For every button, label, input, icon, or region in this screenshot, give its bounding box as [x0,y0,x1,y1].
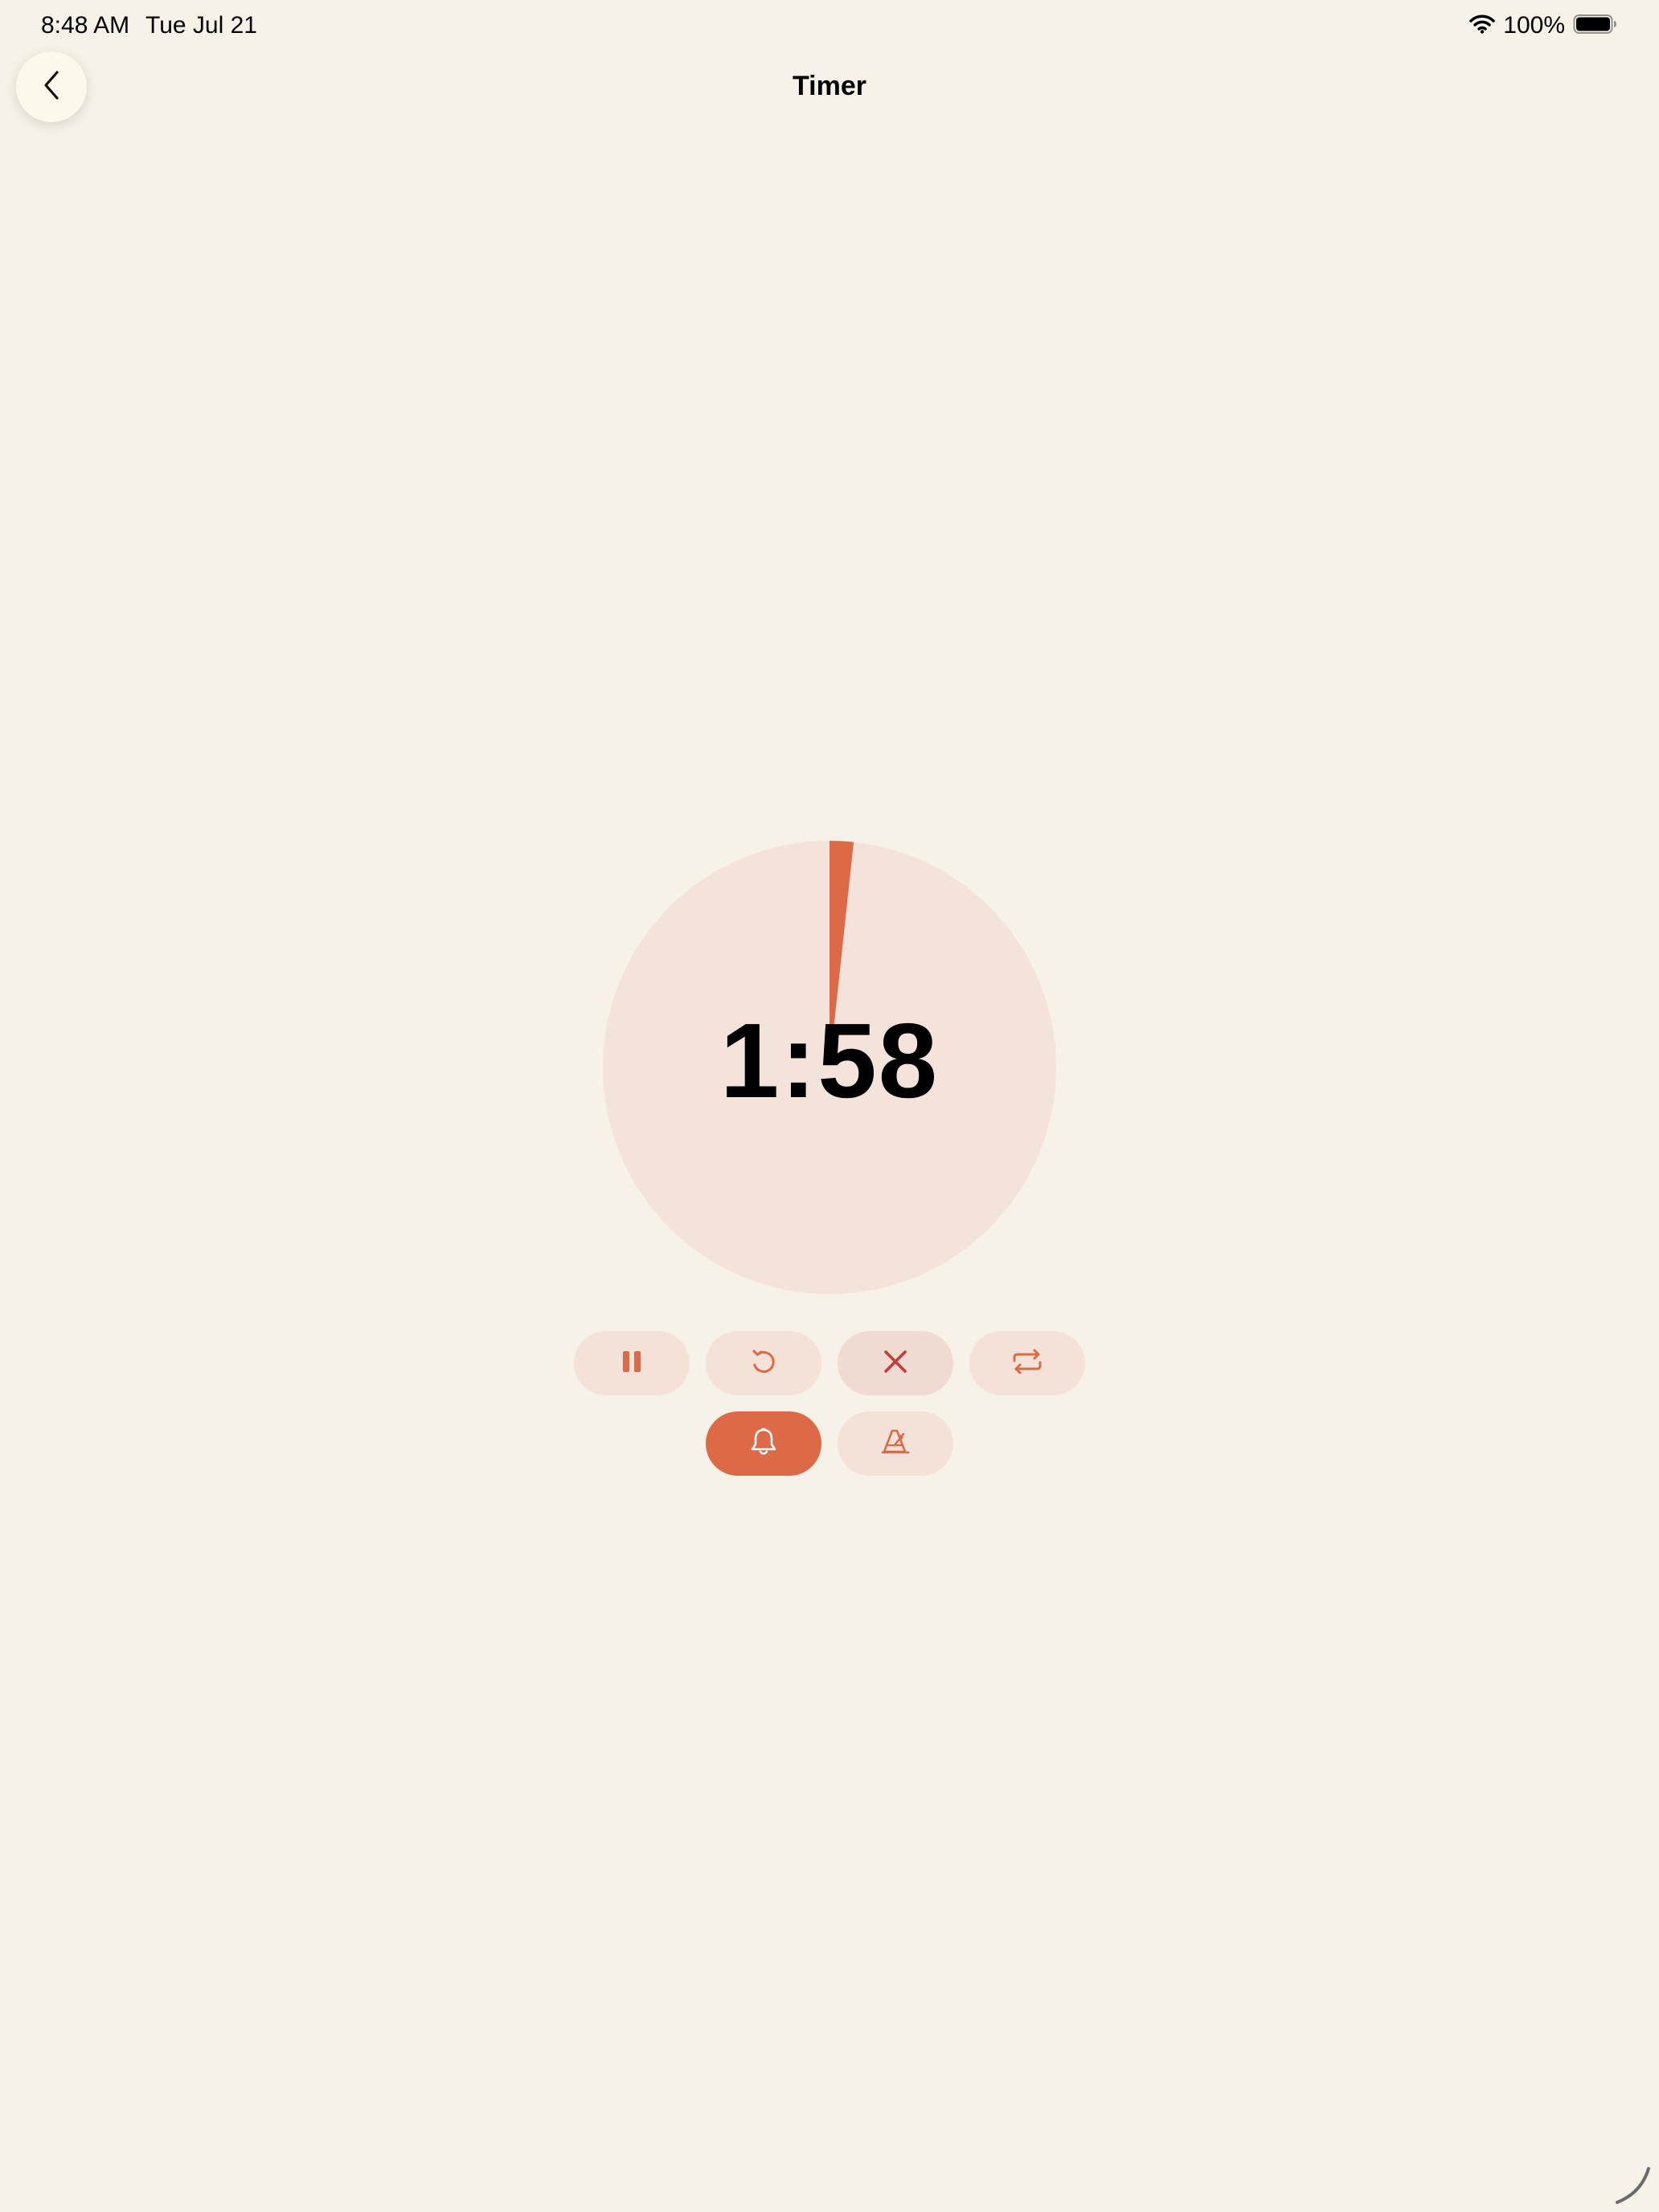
restart-button[interactable] [706,1331,821,1395]
metronome-button[interactable] [838,1411,953,1476]
cancel-button[interactable] [838,1331,953,1395]
status-bar: 8:48 AM Tue Jul 21 100% [0,0,1659,51]
pause-icon [620,1349,644,1378]
repeat-button[interactable] [969,1331,1085,1395]
wifi-icon [1469,14,1496,38]
page-title: Timer [793,71,866,101]
repeat-icon [1010,1347,1045,1380]
battery-full-icon [1573,14,1618,39]
restart-icon [748,1346,780,1382]
timer-remaining: 1:58 [719,1002,940,1120]
status-time: 8:48 AM [41,12,130,39]
resize-handle-icon [1616,2167,1650,2204]
status-indicators: 100% [1469,11,1618,40]
metronome-icon [879,1428,911,1460]
bell-icon [749,1427,778,1461]
alarm-button[interactable] [706,1411,821,1476]
pause-button[interactable] [574,1331,690,1395]
battery-percent: 100% [1503,12,1565,39]
close-icon [882,1348,909,1379]
status-date: Tue Jul 21 [145,12,257,39]
